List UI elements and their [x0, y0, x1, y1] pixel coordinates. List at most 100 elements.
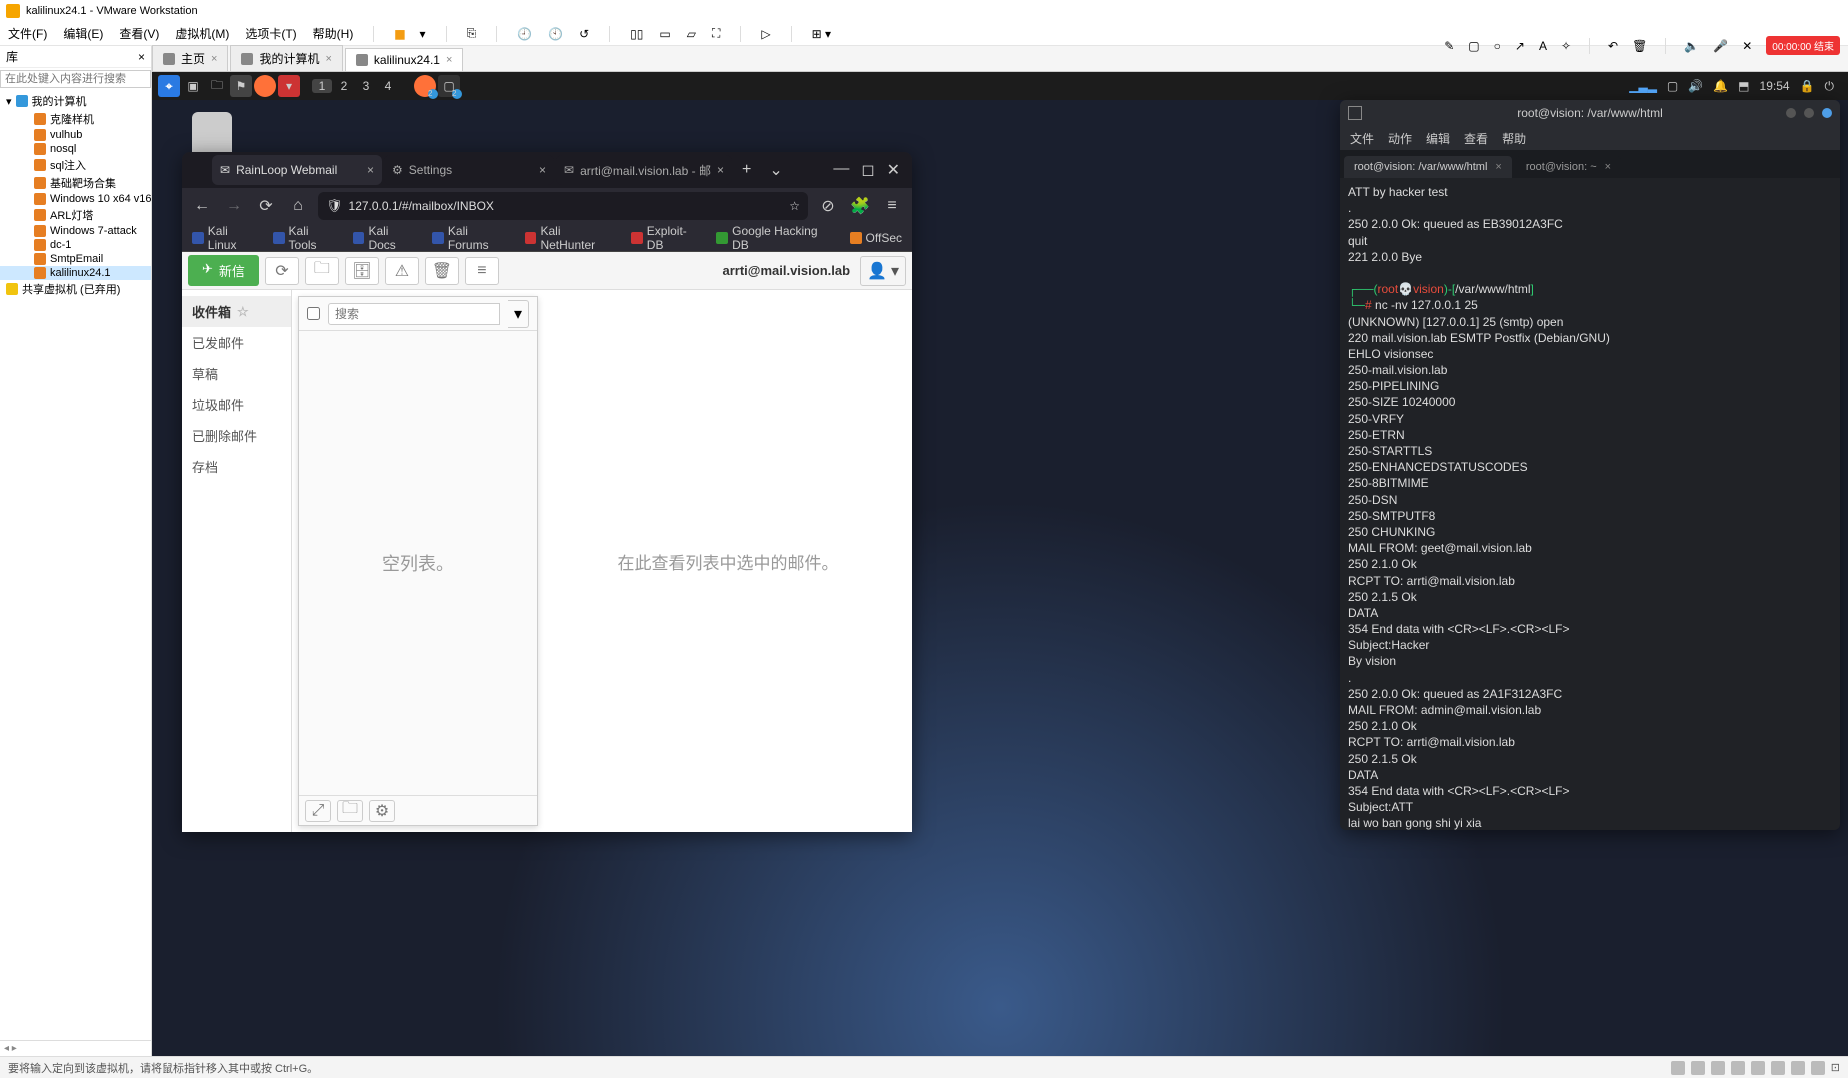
term-menu-help[interactable]: 帮助 [1502, 130, 1526, 147]
status-dev-icon[interactable] [1751, 1061, 1765, 1075]
layout-folder-icon[interactable]: 🗀 [337, 800, 363, 822]
nav-reload-icon[interactable]: ⟳ [254, 196, 278, 216]
library-icon[interactable]: ⊞ ▾ [812, 27, 831, 41]
bookmark-item[interactable]: Kali Docs [353, 224, 418, 252]
win-min-icon[interactable]: — [833, 160, 849, 180]
tab-close-icon[interactable]: × [211, 53, 217, 65]
tool-circle-icon[interactable]: ○ [1494, 39, 1501, 53]
layout1-icon[interactable]: ▯▯ [630, 27, 643, 41]
terminal-output[interactable]: ATT by hacker test . 250 2.0.0 Ok: queue… [1340, 178, 1840, 830]
layout2-icon[interactable]: ▭ [659, 27, 670, 41]
folder-archive[interactable]: 存档 [182, 451, 291, 482]
tool-icon[interactable]: ⚑ [230, 75, 252, 97]
bookmark-star-icon[interactable]: ☆ [789, 199, 800, 213]
tree-item[interactable]: ARL灯塔 [0, 206, 151, 224]
workspace-1[interactable]: 1 [312, 79, 332, 93]
search-input[interactable] [328, 303, 500, 325]
terminal-titlebar[interactable]: root@vision: /var/www/html [1340, 100, 1840, 126]
tool-pencil-icon[interactable]: ✎ [1444, 39, 1454, 53]
user-menu-button[interactable]: 👤▾ [860, 256, 906, 286]
layout3-icon[interactable]: ▱ [687, 27, 696, 41]
term-menu-edit[interactable]: 编辑 [1426, 130, 1450, 147]
tree-item[interactable]: vulhub [0, 128, 151, 142]
bookmark-item[interactable]: OffSec [850, 231, 902, 245]
nav-home-icon[interactable]: ⌂ [286, 197, 310, 215]
status-dev-icon[interactable] [1671, 1061, 1685, 1075]
unity-icon[interactable]: ▷ [761, 27, 770, 41]
bookmark-item[interactable]: Kali NetHunter [525, 224, 617, 252]
bookmark-item[interactable]: Kali Linux [192, 224, 259, 252]
term-menu-actions[interactable]: 动作 [1388, 130, 1412, 147]
tree-shared[interactable]: 共享虚拟机 (已弃用) [0, 280, 151, 298]
browser-tab-rainloop[interactable]: ✉RainLoop Webmail× [212, 155, 382, 185]
spam-button[interactable]: ⚠ [385, 257, 419, 285]
archive-button[interactable]: 🗄 [345, 257, 379, 285]
folder-trash[interactable]: 已删除邮件 [182, 420, 291, 451]
workspace-4[interactable]: 4 [378, 79, 398, 93]
tool-arrow-icon[interactable]: ↗ [1515, 39, 1525, 53]
status-dev-icon[interactable] [1811, 1061, 1825, 1075]
tree-item[interactable]: dc-1 [0, 238, 151, 252]
send-ctrl-alt-del-icon[interactable]: ⎘ [467, 26, 477, 41]
kali-desktop[interactable]: ⌖ ▣ 🗀 ⚑ ▾ 1 2 3 4 2 ▢2 ▁▃▂ ▢ 🔊 🔔 [152, 72, 1848, 1056]
menu-view[interactable]: 查看(V) [119, 25, 159, 42]
snapshot-manager-icon[interactable]: 🕙 [548, 27, 563, 41]
search-dropdown-icon[interactable]: ▾ [508, 300, 529, 328]
status-expand-icon[interactable]: ⊡ [1831, 1061, 1840, 1075]
menu-tabs[interactable]: 选项卡(T) [245, 25, 296, 42]
files-icon[interactable]: ▣ [182, 75, 204, 97]
bookmark-item[interactable]: Google Hacking DB [716, 224, 835, 252]
tray-volume-icon[interactable]: 🔊 [1688, 79, 1703, 93]
term-tab-2[interactable]: root@vision: ~× [1516, 156, 1621, 178]
firefox-icon[interactable] [254, 75, 276, 97]
tool-text-icon[interactable]: A [1539, 39, 1547, 53]
term-menu-view[interactable]: 查看 [1464, 130, 1488, 147]
extensions-icon[interactable]: 🧩 [848, 196, 872, 216]
folder-icon[interactable]: 🗀 [206, 75, 228, 97]
tray-net-icon[interactable]: ⬒ [1738, 79, 1749, 93]
new-tab-icon[interactable]: + [734, 161, 759, 179]
revert-icon[interactable]: ↺ [579, 27, 589, 41]
folder-spam[interactable]: 垃圾邮件 [182, 389, 291, 420]
status-dev-icon[interactable] [1711, 1061, 1725, 1075]
tray-lock-icon[interactable]: 🔒 [1800, 79, 1815, 93]
fullscreen-icon[interactable]: ⛶ [712, 26, 720, 41]
menu-icon[interactable]: ≡ [880, 197, 904, 215]
win-max-icon[interactable]: ◻ [861, 160, 874, 180]
tool-brush-icon[interactable]: ✧ [1561, 39, 1571, 53]
tab-overflow-icon[interactable]: ⌄ [761, 160, 790, 180]
tree-item[interactable]: SmtpEmail [0, 252, 151, 266]
url-bar[interactable]: 🛡 127.0.0.1/#/mailbox/INBOX ☆ [318, 192, 808, 220]
tab-mycomputer[interactable]: 我的计算机× [230, 45, 342, 71]
tab-close-icon[interactable]: × [325, 53, 331, 65]
folder-inbox[interactable]: 收件箱☆ [182, 296, 291, 327]
tool-mic-icon[interactable]: 🎤 [1713, 39, 1728, 53]
tab-close-icon[interactable]: × [717, 163, 724, 177]
tree-item[interactable]: Windows 10 x64 v1607 x6 [0, 192, 151, 206]
tool-rect-icon[interactable]: ▢ [1468, 39, 1479, 53]
more-button[interactable]: ≡ [465, 257, 499, 285]
nav-fwd-icon[interactable]: → [222, 197, 246, 215]
tree-item[interactable]: sql注入 [0, 156, 151, 174]
pause-icon[interactable]: ▮▮ [394, 27, 403, 41]
term-min-icon[interactable] [1786, 108, 1796, 118]
term-tab-1[interactable]: root@vision: /var/www/html× [1344, 156, 1512, 178]
menu-file[interactable]: 文件(F) [8, 25, 47, 42]
star-icon[interactable]: ☆ [237, 304, 249, 320]
tree-item[interactable]: 克隆样机 [0, 110, 151, 128]
status-dev-icon[interactable] [1771, 1061, 1785, 1075]
shield-icon[interactable]: 🛡 [326, 198, 343, 214]
menu-vm[interactable]: 虚拟机(M) [175, 25, 229, 42]
record-badge[interactable]: 00:00:00 结束 [1766, 36, 1840, 55]
browser-tab-mail[interactable]: ✉arrti@mail.vision.lab - 邮× [556, 155, 732, 185]
sidebar-search-input[interactable] [0, 70, 151, 88]
status-dev-icon[interactable] [1731, 1061, 1745, 1075]
browser-tab-settings[interactable]: ⚙Settings× [384, 155, 554, 185]
tab-kali[interactable]: kalilinux24.1× [345, 48, 463, 71]
layout-compact-icon[interactable]: ⤢ [305, 800, 331, 822]
tool-undo-icon[interactable]: ↶ [1608, 39, 1618, 53]
refresh-button[interactable]: ⟳ [265, 257, 299, 285]
tray-clock[interactable]: 19:54 [1760, 79, 1790, 93]
tab-close-icon[interactable]: × [367, 163, 374, 177]
taskbar-term-icon[interactable]: ▢2 [438, 75, 460, 97]
